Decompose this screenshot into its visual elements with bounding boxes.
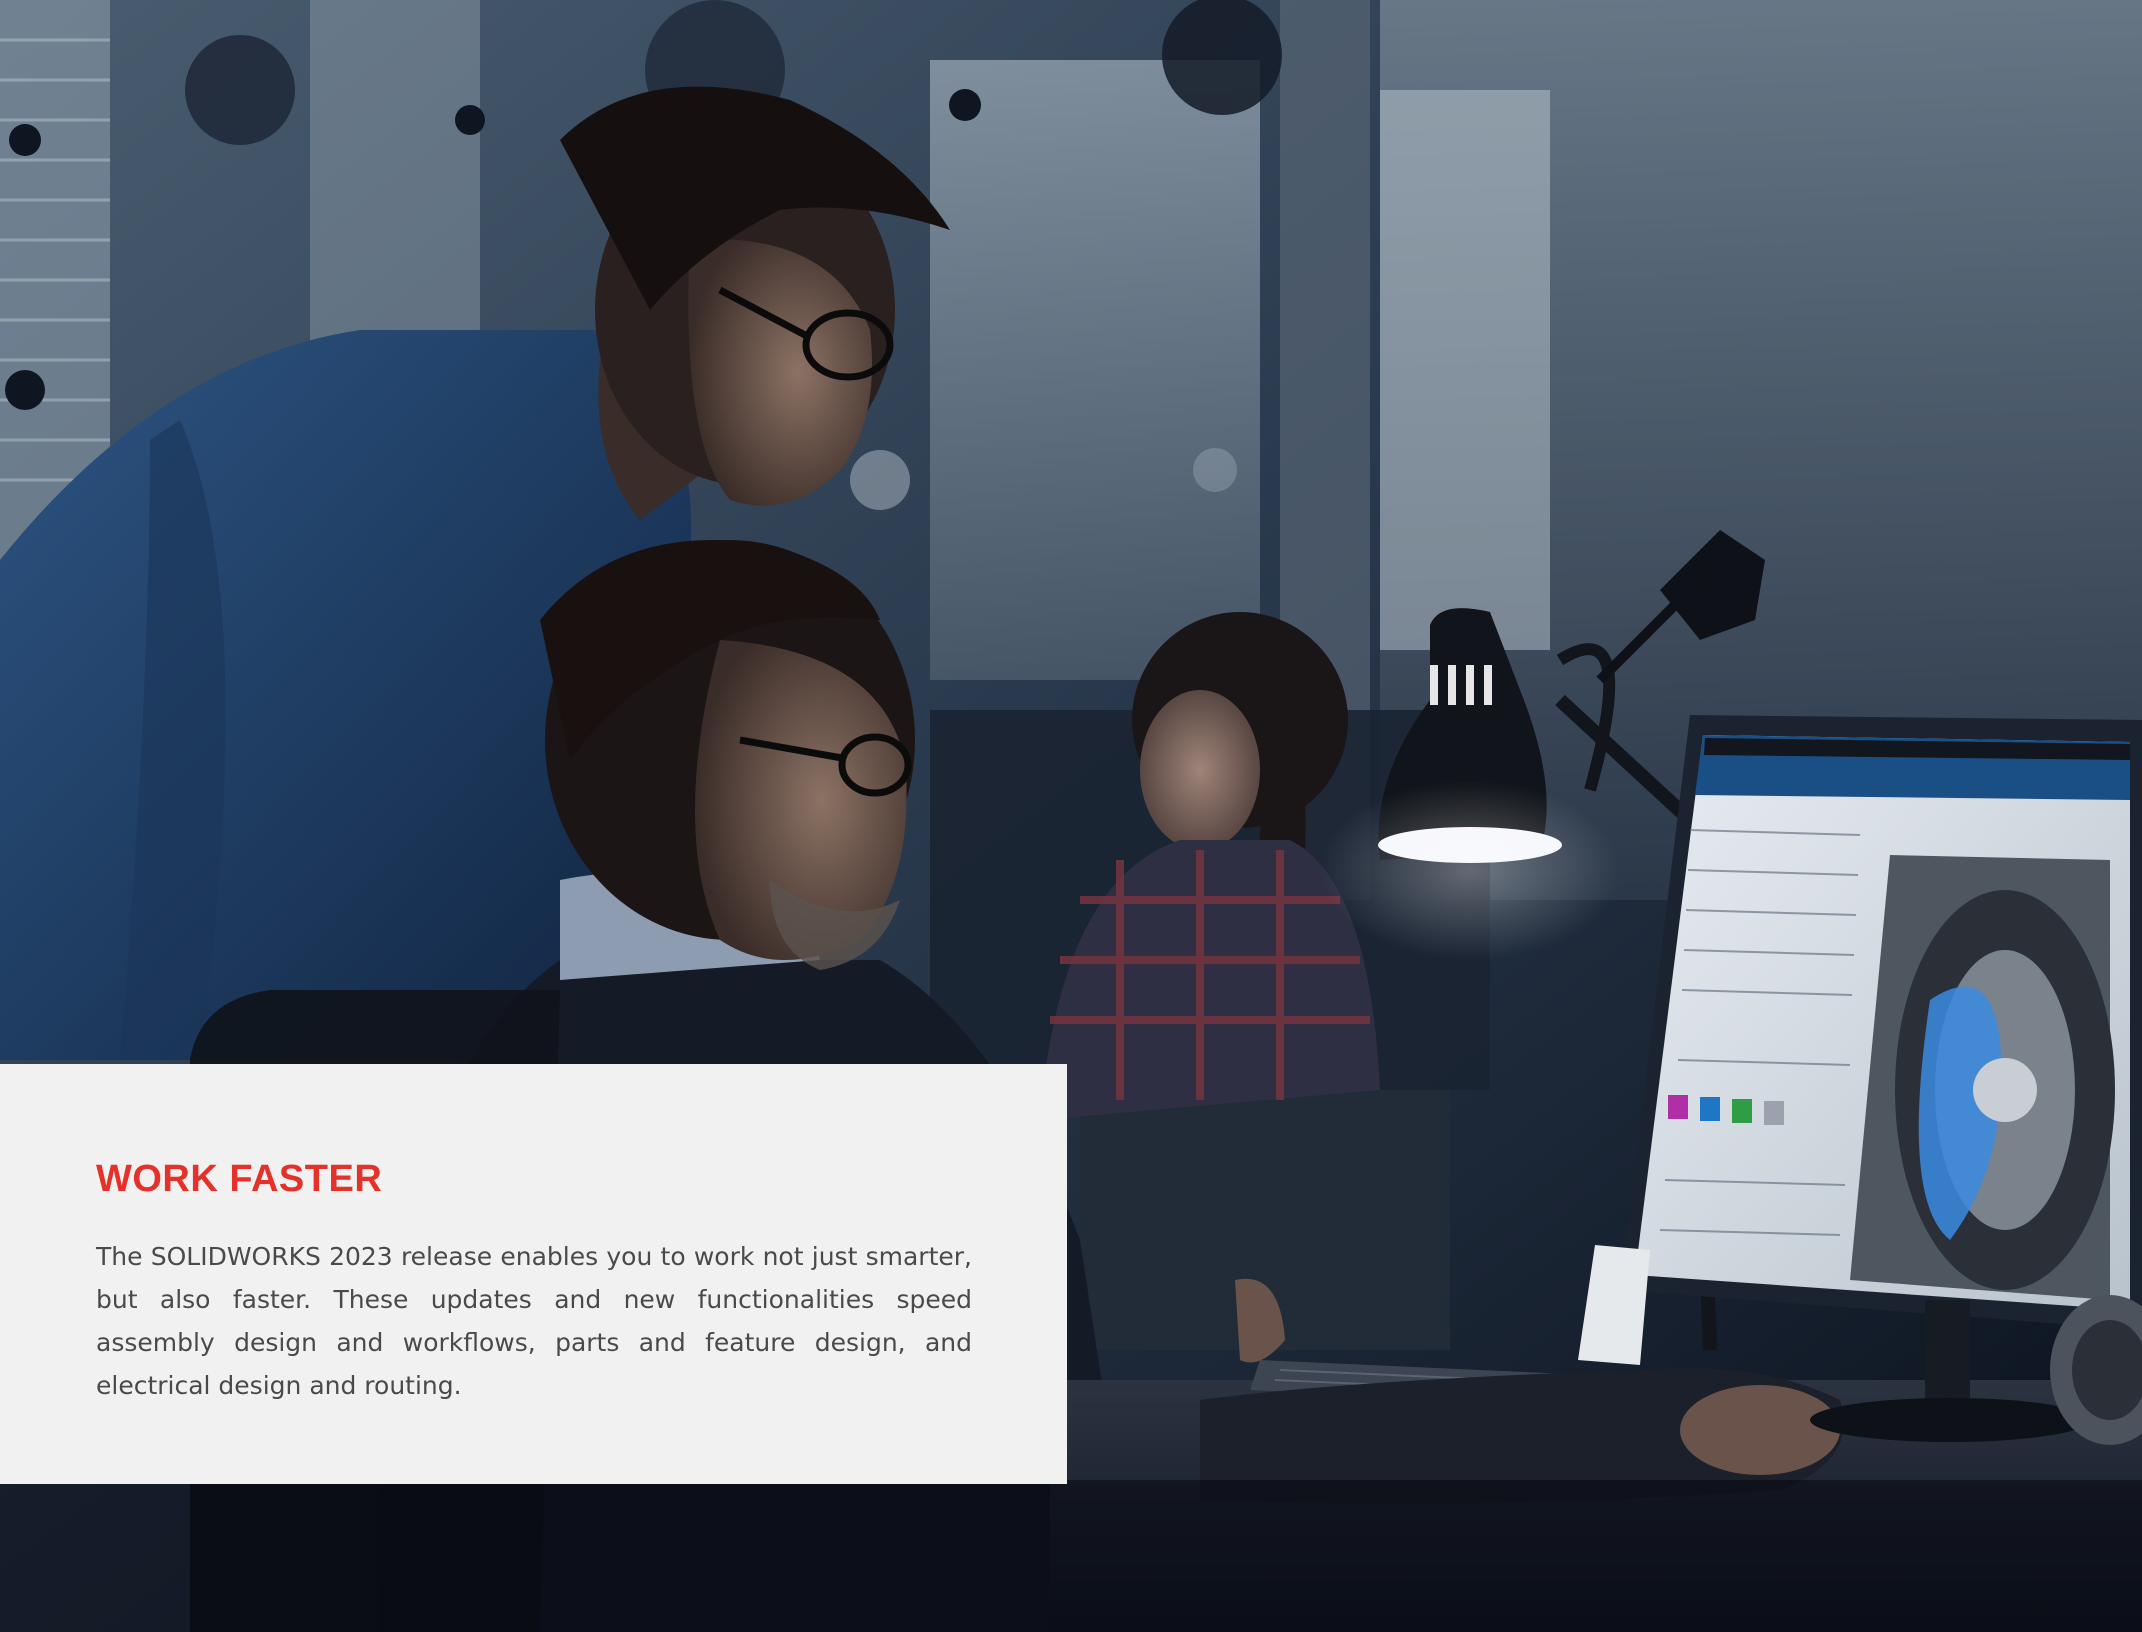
panel-title: WORK FASTER — [96, 1158, 383, 1200]
info-panel: WORK FASTER The SOLIDWORKS 2023 release … — [0, 1064, 1067, 1484]
panel-body-text: The SOLIDWORKS 2023 release enables you … — [96, 1241, 972, 1400]
